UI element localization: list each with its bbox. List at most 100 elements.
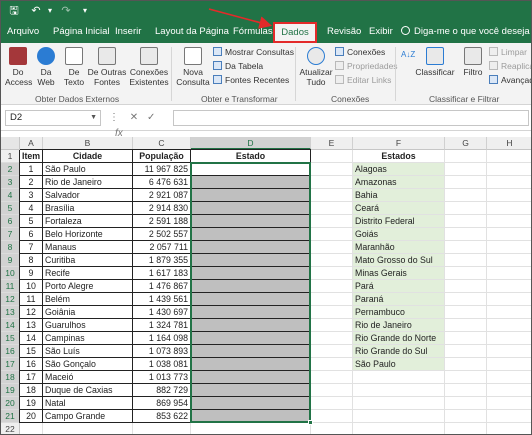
grid-cell[interactable]: [487, 332, 531, 345]
undo-dropdown-icon[interactable]: ▾: [45, 3, 55, 19]
populacao-cell[interactable]: 1 038 081: [133, 358, 191, 371]
conexoes-button[interactable]: Conexões: [335, 46, 385, 58]
item-cell[interactable]: 16: [20, 358, 43, 371]
grid-cell[interactable]: [353, 423, 445, 434]
grid-cell[interactable]: [487, 254, 531, 267]
grid-cell[interactable]: [445, 410, 487, 423]
grid-cell[interactable]: [445, 319, 487, 332]
estado-list-item[interactable]: Pará: [353, 280, 445, 293]
cidade-cell[interactable]: Brasília: [43, 202, 133, 215]
estado-list-item[interactable]: Amazonas: [353, 176, 445, 189]
cidade-cell[interactable]: Maceió: [43, 371, 133, 384]
grid-cell[interactable]: [311, 176, 353, 189]
cidade-cell[interactable]: São Paulo: [43, 163, 133, 176]
cidade-cell[interactable]: Belém: [43, 293, 133, 306]
row-header-2[interactable]: 2: [1, 163, 20, 176]
grid-cell[interactable]: [445, 241, 487, 254]
cidade-cell[interactable]: Natal: [43, 397, 133, 410]
grid-cell[interactable]: [311, 189, 353, 202]
grid-cell[interactable]: [133, 423, 191, 434]
row-header-1[interactable]: 1: [1, 150, 20, 163]
nova-consulta-button[interactable]: Nova Consulta: [175, 47, 211, 87]
grid-cell[interactable]: [311, 228, 353, 241]
grid-cell[interactable]: [311, 410, 353, 423]
grid-cell[interactable]: [311, 345, 353, 358]
row-header-5[interactable]: 5: [1, 202, 20, 215]
grid-cell[interactable]: [487, 423, 531, 434]
populacao-cell[interactable]: 1 073 893: [133, 345, 191, 358]
row-header-12[interactable]: 12: [1, 293, 20, 306]
row-header-21[interactable]: 21: [1, 410, 20, 423]
undo-icon[interactable]: ↶: [29, 3, 43, 19]
estados-header[interactable]: Estados: [353, 150, 445, 163]
item-cell[interactable]: 3: [20, 189, 43, 202]
grid-cell[interactable]: [487, 293, 531, 306]
grid-cell[interactable]: [445, 163, 487, 176]
column-header-g[interactable]: G: [445, 137, 487, 150]
grid-cell[interactable]: [311, 332, 353, 345]
row-header-14[interactable]: 14: [1, 319, 20, 332]
grid-cell[interactable]: [311, 293, 353, 306]
grid-cell[interactable]: [445, 254, 487, 267]
editar-links-button[interactable]: Editar Links: [335, 74, 391, 86]
header-populacao[interactable]: População: [133, 150, 191, 163]
sort-az-button[interactable]: A↓Z: [401, 49, 415, 61]
item-cell[interactable]: 18: [20, 384, 43, 397]
cidade-cell[interactable]: Salvador: [43, 189, 133, 202]
da-tabela-button[interactable]: Da Tabela: [213, 60, 263, 72]
item-cell[interactable]: 17: [20, 371, 43, 384]
grid-cell[interactable]: [445, 280, 487, 293]
estado-list-item[interactable]: Bahia: [353, 189, 445, 202]
grid-cell[interactable]: [487, 384, 531, 397]
cidade-cell[interactable]: Recife: [43, 267, 133, 280]
cidade-cell[interactable]: São Gonçalo: [43, 358, 133, 371]
column-header-e[interactable]: E: [311, 137, 353, 150]
row-header-9[interactable]: 9: [1, 254, 20, 267]
cidade-cell[interactable]: Duque de Caxias: [43, 384, 133, 397]
tab-inserir[interactable]: Inserir: [115, 21, 141, 43]
filtro-button[interactable]: Filtro: [459, 47, 487, 77]
column-header-f[interactable]: F: [353, 137, 445, 150]
grid-cell[interactable]: [445, 215, 487, 228]
estado-list-item[interactable]: Maranhão: [353, 241, 445, 254]
grid-cell[interactable]: [311, 241, 353, 254]
populacao-cell[interactable]: 882 729: [133, 384, 191, 397]
tab-revisao[interactable]: Revisão: [327, 21, 361, 43]
grid-cell[interactable]: [311, 384, 353, 397]
header-item[interactable]: Item: [20, 150, 43, 163]
row-header-10[interactable]: 10: [1, 267, 20, 280]
estado-list-item[interactable]: Distrito Federal: [353, 215, 445, 228]
estado-list-item[interactable]: Paraná: [353, 293, 445, 306]
row-header-15[interactable]: 15: [1, 332, 20, 345]
row-header-11[interactable]: 11: [1, 280, 20, 293]
grid-cell[interactable]: [445, 267, 487, 280]
row-header-6[interactable]: 6: [1, 215, 20, 228]
row-header-22[interactable]: 22: [1, 423, 20, 434]
grid-cell[interactable]: [487, 358, 531, 371]
grid-cell[interactable]: [311, 423, 353, 434]
populacao-cell[interactable]: 1 476 867: [133, 280, 191, 293]
populacao-cell[interactable]: 2 914 830: [133, 202, 191, 215]
grid-cell[interactable]: [487, 176, 531, 189]
item-cell[interactable]: 10: [20, 280, 43, 293]
grid-cell[interactable]: [487, 371, 531, 384]
grid-cell[interactable]: [487, 163, 531, 176]
grid-cell[interactable]: [20, 423, 43, 434]
fontes-recentes-button[interactable]: Fontes Recentes: [213, 74, 289, 86]
grid-cell[interactable]: [445, 371, 487, 384]
populacao-cell[interactable]: 2 057 711: [133, 241, 191, 254]
row-header-19[interactable]: 19: [1, 384, 20, 397]
grid-cell[interactable]: [487, 345, 531, 358]
tab-formulas[interactable]: Fórmulas: [233, 21, 273, 43]
grid-cell[interactable]: [311, 215, 353, 228]
grid-cell[interactable]: [487, 319, 531, 332]
do-access-button[interactable]: Do Access: [5, 47, 32, 87]
grid-cell[interactable]: [445, 345, 487, 358]
item-cell[interactable]: 9: [20, 267, 43, 280]
estado-list-item[interactable]: Minas Gerais: [353, 267, 445, 280]
cidade-cell[interactable]: Goiânia: [43, 306, 133, 319]
grid-cell[interactable]: [487, 189, 531, 202]
item-cell[interactable]: 15: [20, 345, 43, 358]
da-web-button[interactable]: Da Web: [34, 47, 58, 87]
populacao-cell[interactable]: 853 622: [133, 410, 191, 423]
